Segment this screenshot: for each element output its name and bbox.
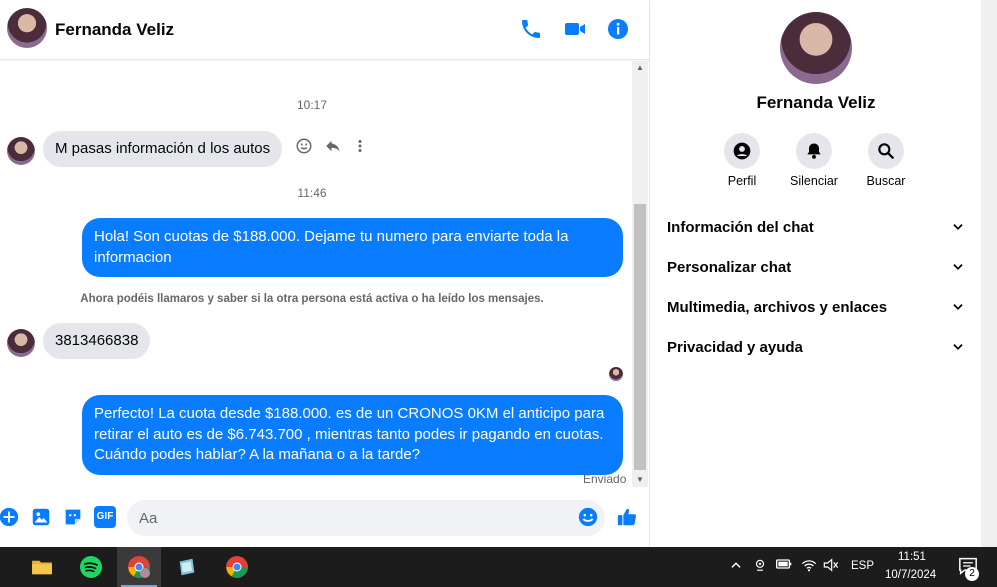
chevron-down-icon bbox=[953, 304, 963, 310]
search-action[interactable]: Buscar bbox=[851, 133, 921, 188]
section-label: Información del chat bbox=[667, 218, 814, 236]
section-label: Privacidad y ayuda bbox=[667, 338, 803, 356]
mute-action[interactable]: Silenciar bbox=[779, 133, 849, 188]
gif-icon[interactable]: GIF bbox=[94, 506, 116, 528]
contact-avatar[interactable] bbox=[7, 137, 35, 165]
chrome-profile-icon[interactable] bbox=[117, 547, 161, 587]
section-customize-chat[interactable]: Personalizar chat bbox=[667, 247, 965, 287]
chat-pane: Fernanda Veliz 10:17 M pasas información… bbox=[0, 0, 650, 547]
timestamp: 10:17 bbox=[296, 98, 328, 112]
contact-name[interactable]: Fernanda Veliz bbox=[55, 20, 174, 40]
section-privacy-help[interactable]: Privacidad y ayuda bbox=[667, 327, 965, 367]
action-label: Silenciar bbox=[790, 174, 838, 188]
battery-icon[interactable] bbox=[776, 558, 792, 574]
webcam-icon[interactable] bbox=[752, 558, 768, 574]
composer-bar: GIF bbox=[0, 494, 650, 544]
plus-icon[interactable] bbox=[0, 506, 20, 528]
profile-name: Fernanda Veliz bbox=[756, 93, 876, 112]
section-chat-info[interactable]: Información del chat bbox=[667, 207, 965, 247]
timestamp: 11:46 bbox=[297, 186, 327, 200]
profile-action[interactable]: Perfil bbox=[707, 133, 777, 188]
emoji-icon[interactable] bbox=[577, 506, 599, 528]
profile-icon[interactable] bbox=[724, 133, 760, 169]
incoming-message[interactable]: M pasas información d los autos bbox=[43, 131, 283, 167]
chrome-icon[interactable] bbox=[215, 547, 259, 587]
outgoing-message[interactable]: Perfecto! La cuota desde $188.000. es de… bbox=[82, 395, 623, 475]
seen-indicator-avatar bbox=[609, 367, 623, 381]
thumbs-up-icon[interactable] bbox=[616, 506, 638, 528]
contact-avatar[interactable] bbox=[7, 8, 47, 48]
message-list: 10:17 M pasas información d los autos 11… bbox=[0, 61, 648, 487]
messenger-window: Fernanda Veliz 10:17 M pasas información… bbox=[0, 0, 997, 547]
action-label: Buscar bbox=[866, 174, 906, 188]
scroll-thumb[interactable] bbox=[634, 204, 646, 470]
contact-avatar[interactable] bbox=[7, 329, 35, 357]
bell-icon[interactable] bbox=[796, 133, 832, 169]
action-label: Perfil bbox=[727, 174, 757, 188]
reply-icon[interactable] bbox=[323, 137, 343, 155]
message-input[interactable] bbox=[127, 500, 605, 536]
chevron-down-icon bbox=[953, 224, 963, 230]
section-media-files[interactable]: Multimedia, archivos y enlaces bbox=[667, 287, 965, 327]
phone-icon[interactable] bbox=[519, 17, 543, 41]
windows-taskbar: ESP 11:51 10/7/2024 2 bbox=[0, 547, 997, 587]
section-label: Personalizar chat bbox=[667, 258, 792, 276]
notes-app-icon[interactable] bbox=[165, 547, 209, 587]
system-note: Ahora podéis llamaros y saber si la otra… bbox=[80, 293, 544, 305]
spotify-icon[interactable] bbox=[69, 547, 113, 587]
file-explorer-icon[interactable] bbox=[20, 547, 64, 587]
chevron-down-icon bbox=[953, 344, 963, 350]
react-emoji-icon[interactable] bbox=[295, 137, 313, 155]
info-icon[interactable] bbox=[606, 17, 630, 41]
search-icon[interactable] bbox=[868, 133, 904, 169]
video-camera-icon[interactable] bbox=[563, 17, 587, 41]
language-indicator[interactable]: ESP bbox=[851, 560, 874, 572]
chevron-down-icon bbox=[953, 264, 963, 270]
scroll-down-arrow-icon[interactable]: ▼ bbox=[632, 473, 648, 487]
scroll-up-arrow-icon[interactable]: ▲ bbox=[632, 61, 648, 75]
volume-muted-icon[interactable] bbox=[823, 558, 839, 574]
chevron-up-icon[interactable] bbox=[728, 558, 744, 574]
chat-scrollbar[interactable]: ▲ ▼ bbox=[632, 61, 648, 487]
section-label: Multimedia, archivos y enlaces bbox=[667, 298, 888, 316]
chat-info-panel: Fernanda Veliz Perfil Silenciar Buscar I… bbox=[651, 0, 981, 547]
clock-time[interactable]: 11:51 bbox=[898, 551, 926, 563]
notification-count-badge: 2 bbox=[965, 567, 979, 581]
chat-header: Fernanda Veliz bbox=[0, 0, 650, 60]
message-actions bbox=[295, 137, 367, 155]
incoming-message[interactable]: 3813466838 bbox=[43, 323, 151, 359]
page-scrollbar[interactable] bbox=[981, 0, 997, 547]
profile-avatar[interactable] bbox=[780, 12, 852, 84]
more-options-icon[interactable] bbox=[353, 137, 367, 155]
wifi-icon[interactable] bbox=[801, 558, 817, 574]
sticker-icon[interactable] bbox=[62, 506, 84, 528]
photo-icon[interactable] bbox=[30, 506, 52, 528]
outgoing-message[interactable]: Hola! Son cuotas de $188.000. Dejame tu … bbox=[82, 218, 623, 277]
clock-date[interactable]: 10/7/2024 bbox=[885, 569, 936, 581]
message-status: Enviado bbox=[583, 472, 627, 486]
